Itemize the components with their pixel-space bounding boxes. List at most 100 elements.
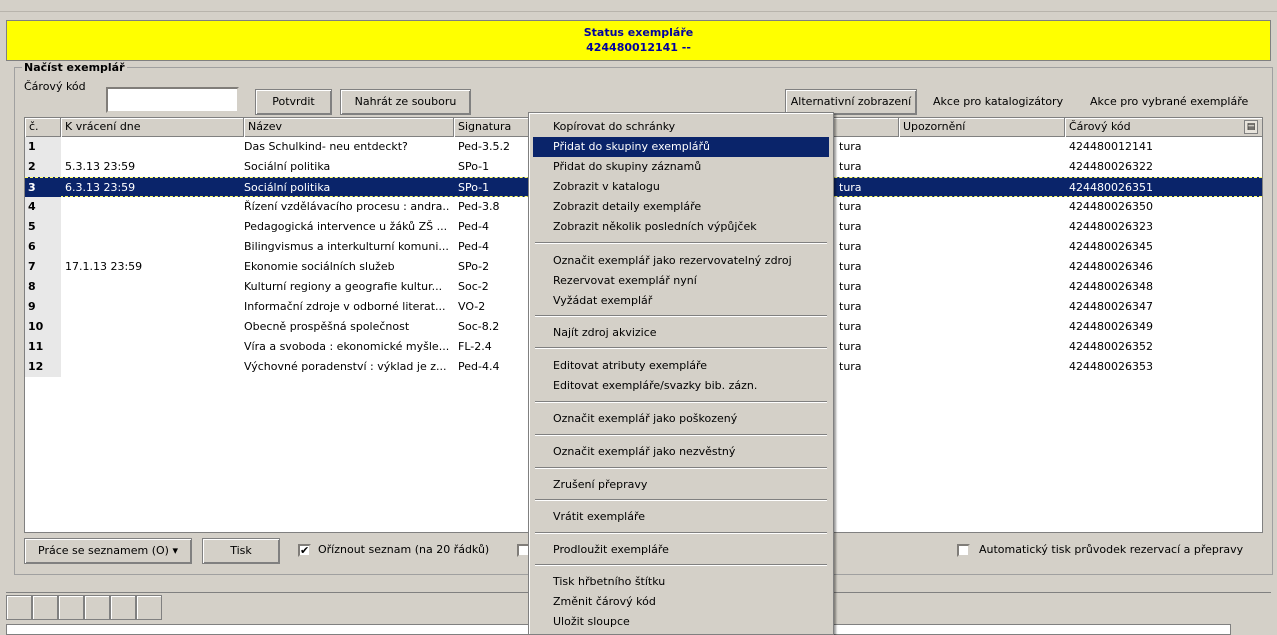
row-number: 3 <box>25 178 61 198</box>
status-cell <box>84 595 110 620</box>
row-number: 9 <box>25 297 61 317</box>
trim-list-checkbox[interactable]: ✔ <box>298 544 311 557</box>
menu-separator <box>535 467 827 469</box>
menu-item-add-to-record-group[interactable]: Přidat do skupiny záznamů <box>533 157 829 177</box>
status-barcode: 424480012141 -- <box>586 41 691 54</box>
status-cell: tura <box>839 240 862 253</box>
status-cell <box>136 595 162 620</box>
menu-item-renew-items[interactable]: Prodloužit exempláře <box>533 540 829 560</box>
menu-item-change-barcode[interactable]: Změnit čárový kód <box>533 592 829 612</box>
col-header-due-date[interactable]: K vrácení dne <box>61 118 244 137</box>
status-title: Status exempláře <box>583 26 694 39</box>
menu-item-show-recent-loans[interactable]: Zobrazit několik posledních výpůjček <box>533 217 829 237</box>
menu-item-edit-item-attributes[interactable]: Editovat atributy exempláře <box>533 356 829 376</box>
barcode-cell: 424480026348 <box>1069 280 1153 293</box>
barcode-cell: 424480026323 <box>1069 220 1153 233</box>
menu-item-save-columns[interactable]: Uložit sloupce <box>533 612 829 632</box>
cataloger-actions-menu[interactable]: Akce pro katalogizátory <box>933 95 1063 108</box>
call-number-cell: FL-2.4 <box>458 340 492 353</box>
status-cell <box>58 595 84 620</box>
col-header-barcode[interactable]: Čárový kód <box>1065 118 1262 137</box>
status-cell: tura <box>839 220 862 233</box>
status-cell: tura <box>839 300 862 313</box>
menu-item-mark-damaged[interactable]: Označit exemplář jako poškozený <box>533 409 829 429</box>
top-strip <box>0 0 1277 12</box>
row-number: 7 <box>25 257 61 277</box>
menu-item-cancel-transit[interactable]: Zrušení přepravy <box>533 475 829 495</box>
title-cell: Sociální politika <box>244 181 331 194</box>
due-date-cell: 5.3.13 23:59 <box>65 160 136 173</box>
call-number-cell: Ped-3.5.2 <box>458 140 510 153</box>
barcode-cell: 424480026347 <box>1069 300 1153 313</box>
barcode-cell: 424480026345 <box>1069 240 1153 253</box>
col-header-number[interactable]: č. <box>25 118 61 137</box>
call-number-cell: Soc-2 <box>458 280 489 293</box>
status-cell: tura <box>839 260 862 273</box>
barcode-cell: 424480026346 <box>1069 260 1153 273</box>
row-number: 5 <box>25 217 61 237</box>
menu-item-add-to-item-group[interactable]: Přidat do skupiny exemplářů <box>533 137 829 157</box>
menu-separator <box>535 532 827 534</box>
barcode-input[interactable] <box>106 87 239 113</box>
barcode-cell: 424480026353 <box>1069 360 1153 373</box>
column-chooser-icon[interactable]: ▤ <box>1244 120 1258 134</box>
menu-separator <box>535 347 827 349</box>
title-cell: Víra a svoboda : ekonomické myšle... <box>244 340 449 353</box>
title-cell: Das Schulkind- neu entdeckt? <box>244 140 408 153</box>
panel-legend: Načíst exemplář <box>22 61 127 74</box>
col-header-title[interactable]: Název <box>244 118 454 137</box>
call-number-cell: Soc-8.2 <box>458 320 500 333</box>
confirm-button[interactable]: Potvrdit <box>255 89 332 115</box>
menu-item-edit-item-volumes[interactable]: Editovat exempláře/svazky bib. zázn. <box>533 376 829 396</box>
title-cell: Ekonomie sociálních služeb <box>244 260 395 273</box>
title-cell: Výchovné poradenství : výklad je z... <box>244 360 447 373</box>
call-number-cell: SPo-1 <box>458 160 490 173</box>
status-cell <box>32 595 58 620</box>
status-cell: tura <box>839 320 862 333</box>
title-cell: Sociální politika <box>244 160 331 173</box>
menu-item-request-item[interactable]: Vyžádat exemplář <box>533 291 829 311</box>
barcode-label: Čárový kód <box>24 80 86 93</box>
menu-separator <box>535 242 827 244</box>
due-date-cell: 6.3.13 23:59 <box>65 181 136 194</box>
status-cell: tura <box>839 280 862 293</box>
row-number: 4 <box>25 197 61 217</box>
barcode-cell: 424480026349 <box>1069 320 1153 333</box>
menu-item-find-acquisition-source[interactable]: Najít zdroj akvizice <box>533 323 829 343</box>
print-button[interactable]: Tisk <box>202 538 280 564</box>
status-cell: tura <box>839 181 862 194</box>
call-number-cell: Ped-4 <box>458 240 489 253</box>
menu-item-show-in-catalog[interactable]: Zobrazit v katalogu <box>533 177 829 197</box>
title-cell: Obecně prospěšná společnost <box>244 320 410 333</box>
menu-item-mark-reservable[interactable]: Označit exemplář jako rezervovatelný zdr… <box>533 251 829 271</box>
list-work-button[interactable]: Práce se seznamem (O) ▾ <box>24 538 192 564</box>
row-number: 8 <box>25 277 61 297</box>
barcode-cell: 424480026352 <box>1069 340 1153 353</box>
col-header-call-number[interactable]: Signatura <box>454 118 534 137</box>
status-cell: tura <box>839 160 862 173</box>
upload-from-file-button[interactable]: Nahrát ze souboru <box>340 89 471 115</box>
menu-item-show-item-details[interactable]: Zobrazit detaily exempláře <box>533 197 829 217</box>
menu-item-copy-to-clipboard[interactable]: Kopírovat do schránky <box>533 117 829 137</box>
barcode-cell: 424480026350 <box>1069 200 1153 213</box>
call-number-cell: Ped-4 <box>458 220 489 233</box>
menu-item-reserve-now[interactable]: Rezervovat exemplář nyní <box>533 271 829 291</box>
auto-print-checkbox[interactable] <box>957 544 970 557</box>
menu-item-mark-missing[interactable]: Označit exemplář jako nezvěstný <box>533 442 829 462</box>
row-number: 12 <box>25 357 61 377</box>
row-number: 11 <box>25 337 61 357</box>
title-cell: Bilingvismus a interkulturní komuni... <box>244 240 449 253</box>
status-cell: tura <box>839 200 862 213</box>
context-menu: Kopírovat do schránky Přidat do skupiny e… <box>528 112 834 635</box>
col-header-notice[interactable]: Upozornění <box>899 118 1065 137</box>
status-cell <box>110 595 136 620</box>
menu-item-return-items[interactable]: Vrátit exempláře <box>533 507 829 527</box>
menu-item-print-spine-label[interactable]: Tisk hřbetního štítku <box>533 572 829 592</box>
title-cell: Pedagogická intervence u žáků ZŠ ... <box>244 220 448 233</box>
selected-items-actions-menu[interactable]: Akce pro vybrané exempláře <box>1090 95 1248 108</box>
row-number: 2 <box>25 157 61 177</box>
dropdown-arrow-icon: ▾ <box>172 544 178 557</box>
menu-separator <box>535 564 827 566</box>
menu-separator <box>535 434 827 436</box>
title-cell: Řízení vzdělávacího procesu : andra... <box>244 200 449 213</box>
